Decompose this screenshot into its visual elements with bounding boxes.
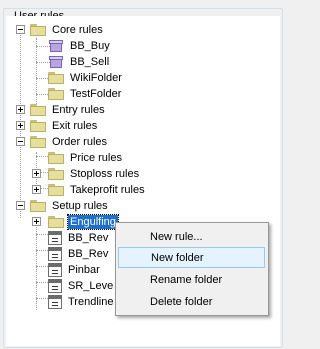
rule-file-icon bbox=[48, 295, 62, 309]
folder-icon bbox=[30, 24, 46, 36]
rule-file-icon bbox=[48, 263, 62, 277]
expand-icon[interactable] bbox=[16, 105, 25, 114]
tree-item-sr-level[interactable]: SR_Leve bbox=[48, 278, 115, 294]
tree-item-stoploss-rules[interactable]: Stoploss rules bbox=[32, 166, 141, 182]
folder-icon bbox=[30, 136, 46, 148]
tree-item-exit-rules[interactable]: Exit rules bbox=[6, 118, 99, 134]
tree-item-test-folder[interactable]: TestFolder bbox=[48, 86, 123, 102]
folder-icon bbox=[48, 184, 64, 196]
rule-file-icon bbox=[48, 279, 62, 293]
menu-item-new-rule[interactable]: New rule... bbox=[118, 226, 265, 247]
rule-file-icon bbox=[48, 231, 62, 245]
tree-item-bb-buy[interactable]: BB_Buy bbox=[48, 38, 112, 54]
tree-item-price-rules[interactable]: Price rules bbox=[48, 150, 124, 166]
tree-item-engulfing[interactable]: Engulfing bbox=[32, 214, 119, 230]
tree-item-core-rules[interactable]: Core rules bbox=[6, 22, 105, 38]
menu-item-delete-folder[interactable]: Delete folder bbox=[118, 291, 265, 312]
rule-file-icon bbox=[48, 247, 62, 261]
tree-item-wiki-folder[interactable]: WikiFolder bbox=[48, 70, 124, 86]
rule-gem-icon bbox=[48, 39, 64, 53]
folder-icon bbox=[30, 120, 46, 132]
collapse-icon[interactable] bbox=[16, 137, 25, 146]
expand-icon[interactable] bbox=[16, 121, 25, 130]
collapse-icon[interactable] bbox=[16, 201, 25, 210]
folder-icon bbox=[48, 88, 64, 100]
folder-icon bbox=[30, 104, 46, 116]
folder-icon bbox=[48, 168, 64, 180]
menu-item-rename-folder[interactable]: Rename folder bbox=[118, 269, 265, 290]
tree-item-setup-rules[interactable]: Setup rules bbox=[6, 198, 110, 214]
tree-item-bb-rev-2[interactable]: BB_Rev bbox=[48, 246, 110, 262]
rule-gem-icon bbox=[48, 55, 64, 69]
folder-icon bbox=[30, 200, 46, 212]
folder-icon bbox=[48, 152, 64, 164]
expand-icon[interactable] bbox=[32, 185, 41, 194]
menu-item-new-folder[interactable]: New folder bbox=[118, 247, 265, 268]
tree-item-entry-rules[interactable]: Entry rules bbox=[6, 102, 107, 118]
tree-item-order-rules[interactable]: Order rules bbox=[6, 134, 109, 150]
collapse-icon[interactable] bbox=[16, 25, 25, 34]
expand-icon[interactable] bbox=[32, 217, 41, 226]
tree-item-pinbar[interactable]: Pinbar bbox=[48, 262, 102, 278]
tree-item-bb-sell[interactable]: BB_Sell bbox=[48, 54, 111, 70]
folder-icon bbox=[48, 72, 64, 84]
folder-icon bbox=[48, 216, 64, 228]
tree-item-bb-rev-1[interactable]: BB_Rev bbox=[48, 230, 110, 246]
tree-item-takeprofit-rules[interactable]: Takeprofit rules bbox=[32, 182, 147, 198]
expand-icon[interactable] bbox=[32, 169, 41, 178]
context-menu: New rule... New folder Rename folder Del… bbox=[115, 222, 269, 316]
tree-item-trendline[interactable]: Trendline bbox=[48, 294, 115, 310]
